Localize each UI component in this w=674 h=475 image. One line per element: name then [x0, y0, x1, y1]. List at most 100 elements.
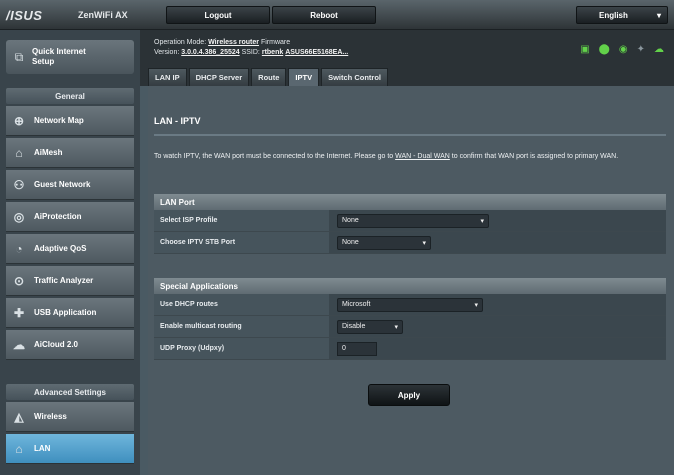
tab-route[interactable]: Route	[251, 68, 287, 86]
tab-iptv[interactable]: IPTV	[288, 68, 320, 86]
sidebar-item-label: Adaptive QoS	[34, 244, 87, 253]
info-bar: Operation Mode: Wireless router Firmware…	[140, 30, 674, 68]
page-title: LAN - IPTV	[154, 116, 201, 126]
top-bar: /ISUS ZenWiFi AX Logout Reboot English ▾	[0, 0, 674, 30]
sidebar-item-label: USB Application	[34, 308, 97, 317]
version-info: Version: 3.0.0.4.386_25524 SSID: rtbenk …	[154, 49, 348, 56]
sidebar-item-aicloud[interactable]: ☁ AiCloud 2.0	[6, 330, 134, 360]
table-row: UDP Proxy (Udpxy) 0	[154, 338, 666, 360]
asus-logo: /ISUS	[6, 8, 43, 23]
iptv-stb-port-label: Choose IPTV STB Port	[154, 232, 329, 253]
content-panel: LAN - IPTV To watch IPTV, the WAN port m…	[148, 86, 674, 475]
table-row: Select ISP Profile None ▾	[154, 210, 666, 232]
udp-proxy-label: UDP Proxy (Udpxy)	[154, 338, 329, 359]
table-row: Use DHCP routes Microsoft ▾	[154, 294, 666, 316]
usb-icon: ✚	[13, 305, 25, 320]
usb-status-icon[interactable]: ✦	[637, 44, 645, 55]
select-value: None	[342, 217, 359, 224]
sidebar-item-lan[interactable]: ⌂ LAN	[6, 434, 134, 464]
sidebar-item-label: Wireless	[34, 412, 67, 421]
sidebar-item-guest-network[interactable]: ⚇ Guest Network	[6, 170, 134, 200]
sidebar: ⧉ Quick Internet Setup General ⊕ Network…	[0, 30, 140, 475]
language-select[interactable]: English ▾	[576, 6, 668, 24]
aiprotection-icon: ◎	[13, 209, 25, 224]
select-value: None	[342, 239, 359, 246]
table-row: Enable multicast routing Disable ▾	[154, 316, 666, 338]
quick-setup-label: Quick Internet Setup	[32, 47, 86, 66]
network-map-icon: ⊕	[13, 113, 25, 128]
sidebar-item-aiprotection[interactable]: ◎ AiProtection	[6, 202, 134, 232]
sidebar-item-traffic-analyzer[interactable]: ⊙ Traffic Analyzer	[6, 266, 134, 296]
description-post: to confirm that WAN port is assigned to …	[449, 153, 619, 160]
app-icon[interactable]: ▣	[580, 44, 589, 55]
firmware-label: Firmware	[260, 39, 291, 46]
udp-proxy-input[interactable]: 0	[337, 341, 377, 356]
wireless-icon: ◭	[14, 409, 24, 424]
chevron-down-icon: ▾	[394, 323, 398, 331]
operation-mode-label: Operation Mode:	[154, 39, 207, 46]
title-divider	[154, 134, 666, 136]
table-row: Choose IPTV STB Port None ▾	[154, 232, 666, 254]
cloud-icon: ☁	[13, 337, 25, 352]
advanced-settings-header: Advanced Settings	[6, 384, 134, 400]
tab-switch-control[interactable]: Switch Control	[321, 68, 388, 86]
sidebar-item-label: Traffic Analyzer	[34, 276, 94, 285]
tab-dhcp-server[interactable]: DHCP Server	[188, 68, 250, 86]
quick-setup-icon: ⧉	[14, 49, 24, 64]
sidebar-item-aimesh[interactable]: ⌂ AiMesh	[6, 138, 134, 168]
operation-mode: Operation Mode: Wireless router Firmware	[154, 39, 290, 46]
chevron-down-icon: ▾	[480, 217, 484, 225]
reboot-button[interactable]: Reboot	[272, 6, 376, 24]
general-header: General	[6, 88, 134, 104]
ssid-value-5g: ASUS66E5168EA...	[285, 49, 349, 56]
lan-icon: ⌂	[15, 441, 23, 456]
traffic-analyzer-icon: ⊙	[13, 273, 25, 288]
isp-profile-label: Select ISP Profile	[154, 210, 329, 231]
ssid-label: SSID:	[241, 49, 260, 56]
qos-icon: ◔	[15, 241, 23, 256]
version-link[interactable]: 3.0.0.4.386_25524	[181, 49, 239, 56]
logout-button[interactable]: Logout	[166, 6, 270, 24]
tab-bar: LAN IP DHCP Server Route IPTV Switch Con…	[140, 68, 674, 86]
model-name: ZenWiFi AX	[78, 10, 128, 20]
sidebar-item-adaptive-qos[interactable]: ◔ Adaptive QoS	[6, 234, 134, 264]
description-text: To watch IPTV, the WAN port must be conn…	[154, 150, 666, 163]
wifi-status-icon[interactable]: ◉	[619, 44, 628, 55]
multicast-routing-select[interactable]: Disable ▾	[337, 319, 403, 334]
quick-internet-setup-button[interactable]: ⧉ Quick Internet Setup	[6, 40, 134, 74]
version-label: Version:	[154, 49, 180, 56]
network-status-icon[interactable]: ⬤	[599, 44, 610, 55]
ssid-value: rtbenk	[261, 49, 284, 56]
lan-port-header: LAN Port	[154, 194, 666, 210]
chevron-down-icon: ▾	[422, 239, 426, 247]
sidebar-item-label: AiCloud 2.0	[34, 340, 79, 349]
isp-profile-select[interactable]: None ▾	[337, 213, 489, 228]
sidebar-item-usb-application[interactable]: ✚ USB Application	[6, 298, 134, 328]
sidebar-item-wireless[interactable]: ◭ Wireless	[6, 402, 134, 432]
iptv-stb-port-select[interactable]: None ▾	[337, 235, 431, 250]
dhcp-routes-label: Use DHCP routes	[154, 294, 329, 315]
tab-lan-ip[interactable]: LAN IP	[148, 68, 187, 86]
language-label: English	[599, 10, 628, 20]
sidebar-item-label: AiMesh	[34, 148, 63, 157]
apply-button[interactable]: Apply	[368, 384, 450, 406]
sidebar-item-network-map[interactable]: ⊕ Network Map	[6, 106, 134, 136]
multicast-routing-label: Enable multicast routing	[154, 316, 329, 337]
status-icons: ▣ ⬤ ◉ ✦ ☁	[580, 44, 664, 55]
guest-network-icon: ⚇	[13, 177, 25, 192]
select-value: Disable	[342, 323, 366, 330]
sidebar-item-label: LAN	[34, 444, 51, 453]
operation-mode-link[interactable]: Wireless router	[208, 39, 259, 46]
dhcp-routes-select[interactable]: Microsoft ▾	[337, 297, 483, 312]
sidebar-item-label: AiProtection	[34, 212, 82, 221]
description-pre: To watch IPTV, the WAN port must be conn…	[154, 153, 396, 160]
dual-wan-link[interactable]: WAN - Dual WAN	[395, 153, 450, 160]
sidebar-item-label: Network Map	[34, 116, 84, 125]
chevron-down-icon: ▾	[474, 301, 478, 309]
cloud-status-icon[interactable]: ☁	[654, 44, 664, 55]
special-applications-header: Special Applications	[154, 278, 666, 294]
select-value: Microsoft	[342, 301, 371, 308]
chevron-down-icon: ▾	[656, 10, 661, 20]
sidebar-item-label: Guest Network	[34, 180, 91, 189]
aimesh-icon: ⌂	[15, 145, 23, 160]
